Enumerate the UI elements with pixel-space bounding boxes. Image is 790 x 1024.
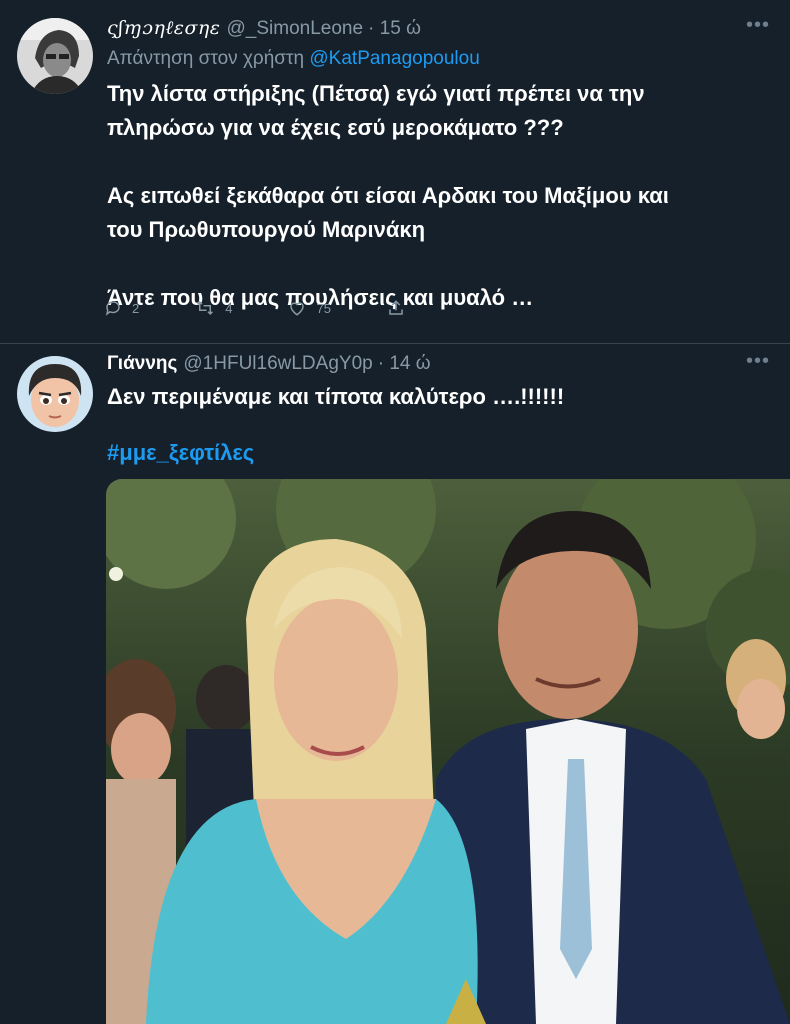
action-bar: 2 4 75: [104, 299, 471, 317]
timestamp[interactable]: · 14 ώ: [378, 353, 431, 375]
display-name[interactable]: Γιάννης: [107, 353, 177, 375]
like-count: 75: [316, 300, 331, 316]
more-icon[interactable]: •••: [746, 14, 770, 37]
tweet-text: Την λίστα στήριξης (Πέτσα) εγώ γιατί πρέ…: [107, 77, 767, 315]
more-icon[interactable]: •••: [746, 350, 770, 373]
heart-icon: [290, 302, 305, 316]
reply-button[interactable]: 2: [104, 299, 139, 317]
tweet-text: Δεν περιμέναμε και τίποτα καλύτερο ….!!!…: [107, 380, 767, 414]
tweet-line: Την λίστα στήριξης (Πέτσα) εγώ γιατί πρέ…: [107, 81, 645, 106]
like-button[interactable]: 75: [288, 299, 331, 317]
retweet-button[interactable]: 4: [195, 299, 232, 317]
avatar[interactable]: [17, 18, 93, 94]
reply-context: Απάντηση στον χρήστη @KatPanagopoulou: [107, 48, 480, 70]
share-button[interactable]: [387, 299, 415, 317]
tweet-line: του Πρωθυπουργού Μαρινάκη: [107, 217, 426, 242]
handle[interactable]: @_SimonLeone: [227, 18, 364, 40]
handle[interactable]: @1HFUl16wLDAgY0p: [183, 353, 372, 375]
tweet-photo[interactable]: [106, 479, 790, 1024]
retweet-icon: [197, 300, 214, 316]
tweet-header: Γιάννης @1HFUl16wLDAgY0p · 14 ώ: [107, 353, 431, 375]
retweet-count: 4: [225, 300, 233, 316]
tweet-header: ςʃɱɔηℓεσηε @_SimonLeone · 15 ώ: [107, 17, 421, 40]
reply-prefix: Απάντηση στον χρήστη: [107, 48, 305, 69]
reply-mention[interactable]: @KatPanagopoulou: [309, 48, 479, 69]
reply-count: 2: [132, 300, 140, 316]
hashtag-link[interactable]: #μμε_ξεφτίλες: [107, 440, 254, 466]
display-name[interactable]: ςʃɱɔηℓεσηε: [107, 17, 221, 40]
tweet-line: Δεν περιμέναμε και τίποτα καλύτερο ….!!!…: [107, 384, 565, 409]
tweet-1[interactable]: ςʃɱɔηℓεσηε @_SimonLeone · 15 ώ ••• Απάντ…: [0, 0, 790, 345]
tweet-line: Ας ειπωθεί ξεκάθαρα ότι είσαι Αρδακι του…: [107, 183, 669, 208]
share-icon: [389, 300, 403, 315]
avatar[interactable]: [17, 356, 93, 432]
reply-icon: [105, 301, 120, 316]
tweet-line: πληρώσω για να έχεις εσύ μεροκάματο ???: [107, 115, 564, 140]
timestamp[interactable]: · 15 ώ: [368, 18, 421, 40]
